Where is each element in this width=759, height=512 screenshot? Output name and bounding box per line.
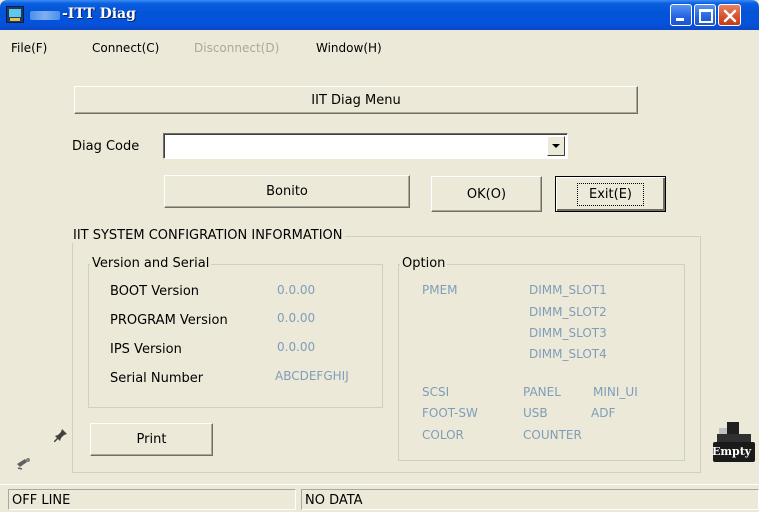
window-title: -ITT Diag (62, 6, 136, 22)
option-pmem: PMEM (422, 283, 458, 297)
option-dimm-slot: DIMM_SLOT2 (529, 305, 607, 319)
title-bar[interactable]: -ITT Diag (0, 0, 759, 30)
option-foot-sw: FOOT-SW (422, 406, 478, 420)
option-mini-ui: MINI_UI (593, 385, 638, 399)
menu-disconnect: Disconnect(D) (194, 41, 280, 55)
ok-button[interactable]: OK(O) (431, 176, 542, 212)
connection-icon (17, 458, 30, 470)
program-version-value: 0.0.00 (277, 311, 316, 325)
option-dimm-slot: DIMM_SLOT1 (529, 283, 607, 297)
data-status: NO DATA (301, 489, 759, 510)
serial-number-value: ABCDEFGHIJ (275, 369, 349, 383)
boot-version-value: 0.0.00 (277, 283, 316, 297)
close-icon (723, 9, 737, 23)
boot-version-label: BOOT Version (110, 284, 200, 299)
option-scsi: SCSI (422, 385, 450, 399)
ips-version-value: 0.0.00 (277, 340, 316, 354)
printer-status-text: Empty (712, 445, 752, 458)
system-config-title: IIT SYSTEM CONFIGRATION INFORMATION (71, 228, 345, 243)
option-adf: ADF (591, 406, 616, 420)
exit-button[interactable]: Exit(E) (555, 176, 666, 212)
option-dimm-slot: DIMM_SLOT3 (529, 326, 607, 340)
option-usb: USB (523, 406, 548, 420)
printer-status-icon: Empty (711, 420, 757, 470)
maximize-button[interactable] (694, 4, 716, 26)
dropdown-arrow-icon[interactable] (547, 136, 565, 156)
menu-file[interactable]: File(F) (11, 41, 47, 55)
ips-version-label: IPS Version (110, 342, 182, 357)
menu-bar: File(F) Connect(C) Disconnect(D) Window(… (0, 30, 759, 66)
option-title: Option (400, 256, 448, 271)
version-serial-title: Version and Serial (90, 256, 212, 271)
serial-number-label: Serial Number (110, 371, 204, 386)
program-version-label: PROGRAM Version (110, 313, 228, 328)
menu-connect[interactable]: Connect(C) (92, 41, 159, 55)
option-counter: COUNTER (523, 428, 582, 442)
connection-status: OFF LINE (8, 489, 296, 510)
close-button[interactable] (718, 4, 741, 26)
status-bar: OFF LINE NO DATA (0, 484, 759, 512)
model-button[interactable]: Bonito (164, 175, 410, 208)
option-panel: PANEL (523, 385, 561, 399)
pin-icon (54, 429, 67, 442)
minimize-button[interactable] (670, 4, 692, 26)
option-color: COLOR (422, 428, 464, 442)
diag-code-combobox[interactable] (163, 133, 568, 159)
diag-code-label: Diag Code (72, 139, 140, 154)
title-prefix-redacted (30, 11, 60, 20)
option-dimm-slot: DIMM_SLOT4 (529, 347, 607, 361)
app-icon[interactable] (6, 6, 24, 23)
diag-menu-header: IIT Diag Menu (74, 86, 638, 114)
exit-button-label: Exit(E) (577, 182, 644, 206)
print-button[interactable]: Print (90, 423, 213, 456)
menu-window[interactable]: Window(H) (316, 41, 382, 55)
